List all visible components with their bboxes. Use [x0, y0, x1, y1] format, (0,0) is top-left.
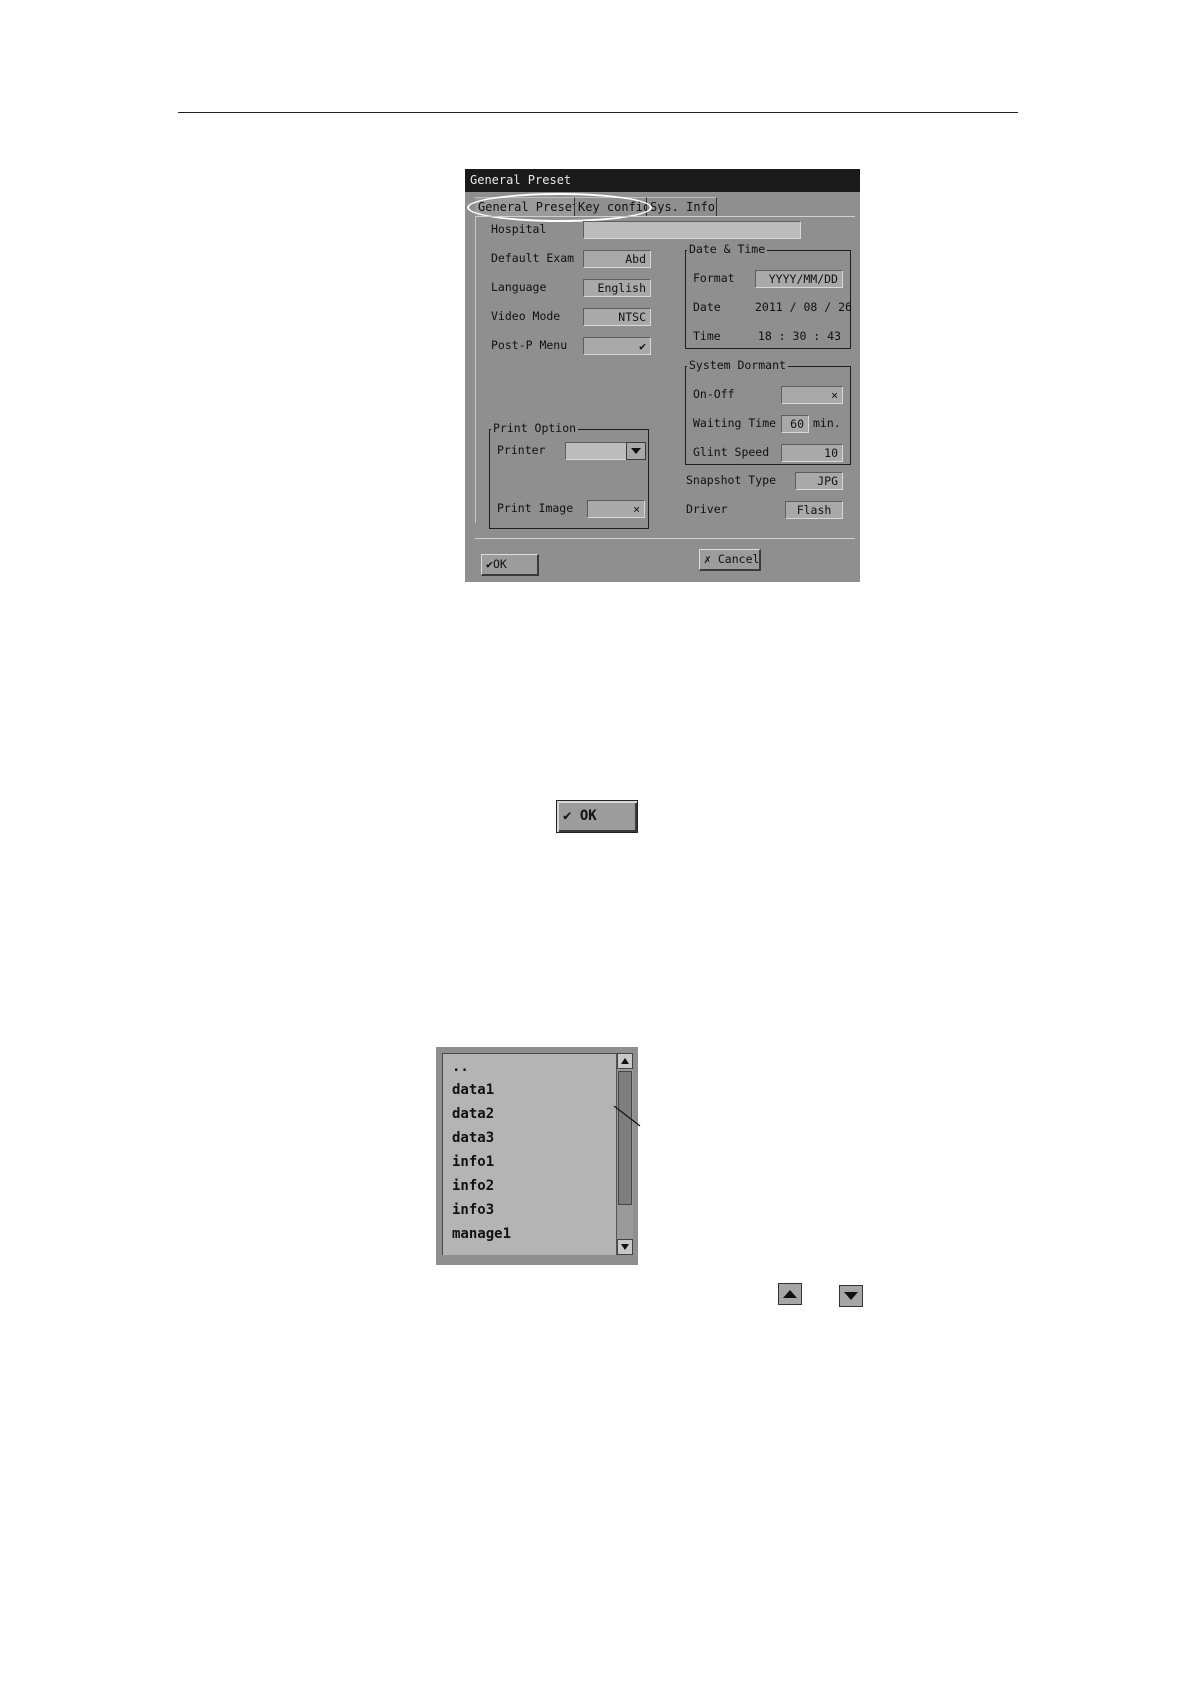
default-exam-field[interactable]: Abd — [583, 250, 651, 268]
scroll-down-button[interactable] — [617, 1239, 633, 1255]
cancel-button[interactable]: ✗ Cancel — [699, 549, 761, 571]
file-list: .. data1 data2 data3 info1 info2 info3 m… — [442, 1053, 617, 1255]
ok-button-large[interactable]: ✔ OK — [556, 800, 638, 833]
scrollbar[interactable] — [616, 1053, 633, 1255]
triangle-down-icon — [621, 1244, 629, 1250]
ok-button-label: OK — [492, 557, 507, 571]
printer-dropdown-button[interactable] — [626, 442, 646, 460]
system-dormant-title: System Dormant — [687, 358, 788, 372]
dialog-title: General Preset — [465, 169, 860, 192]
scroll-up-button[interactable] — [617, 1053, 633, 1069]
ok-button-large-label: OK — [579, 808, 597, 824]
format-label: Format — [693, 271, 735, 285]
printer-select[interactable] — [565, 442, 627, 460]
file-list-box: .. data1 data2 data3 info1 info2 info3 m… — [436, 1047, 638, 1265]
date-time-title: Date & Time — [687, 242, 768, 256]
list-item[interactable]: info1 — [452, 1153, 494, 1171]
video-mode-field[interactable]: NTSC — [583, 308, 651, 326]
onoff-checkbox[interactable]: × — [781, 386, 843, 404]
waiting-time-unit: min. — [813, 416, 841, 430]
page-header-rule — [178, 112, 1018, 113]
postp-menu-checkbox[interactable]: ✔ — [583, 337, 651, 355]
check-icon: ✔ — [563, 808, 572, 824]
triangle-down-icon — [844, 1292, 858, 1300]
date-value[interactable]: 2011 / 08 / 26 — [755, 300, 852, 315]
check-icon: ✔ — [486, 557, 493, 571]
cancel-button-label: Cancel — [717, 552, 760, 566]
glint-speed-label: Glint Speed — [693, 445, 770, 459]
default-exam-label: Default Exam — [491, 251, 575, 265]
tab-sys-info[interactable]: Sys. Info — [647, 197, 717, 216]
glint-speed-field[interactable]: 10 — [781, 444, 843, 462]
printer-label: Printer — [497, 443, 546, 457]
hospital-label: Hospital — [491, 222, 547, 236]
triangle-up-icon — [621, 1058, 629, 1064]
button-row-divider — [475, 538, 855, 539]
print-image-checkbox[interactable]: × — [587, 500, 645, 518]
triangle-up-icon — [783, 1290, 797, 1298]
hospital-field[interactable] — [583, 221, 801, 239]
scrollbar-thumb[interactable] — [618, 1071, 632, 1205]
list-item[interactable]: data2 — [452, 1105, 494, 1123]
snapshot-type-field[interactable]: JPG — [795, 472, 843, 490]
list-item[interactable]: manage1 — [452, 1225, 511, 1243]
time-label: Time — [693, 329, 721, 343]
date-label: Date — [693, 300, 721, 314]
driver-label: Driver — [686, 502, 728, 516]
ok-button[interactable]: ✔OK — [481, 554, 539, 576]
list-item[interactable]: data3 — [452, 1129, 494, 1147]
onoff-label: On-Off — [693, 387, 735, 401]
video-mode-label: Video Mode — [491, 309, 561, 323]
print-image-label: Print Image — [497, 501, 574, 515]
list-item[interactable]: info3 — [452, 1201, 494, 1219]
list-item[interactable]: info2 — [452, 1177, 494, 1195]
waiting-time-field[interactable]: 60 — [781, 415, 809, 433]
postp-menu-label: Post-P Menu — [491, 338, 568, 352]
time-value[interactable]: 18 : 30 : 43 — [755, 329, 841, 344]
scroll-up-arrow-button[interactable] — [778, 1283, 802, 1305]
chevron-down-icon — [631, 448, 641, 454]
print-option-title: Print Option — [491, 421, 579, 435]
language-label: Language — [491, 280, 547, 294]
list-item-parent[interactable]: .. — [452, 1058, 469, 1076]
driver-field[interactable]: Flash — [785, 501, 843, 519]
callout-line — [613, 1105, 641, 1127]
snapshot-type-label: Snapshot Type — [686, 473, 777, 487]
list-item[interactable]: data1 — [452, 1081, 494, 1099]
waiting-time-label: Waiting Time — [693, 416, 777, 430]
language-field[interactable]: English — [583, 279, 651, 297]
x-icon: ✗ — [704, 552, 711, 566]
scroll-down-arrow-button[interactable] — [839, 1285, 863, 1307]
general-preset-dialog: General Preset General Preset Key config… — [465, 169, 860, 582]
format-field[interactable]: YYYY/MM/DD — [755, 270, 843, 288]
